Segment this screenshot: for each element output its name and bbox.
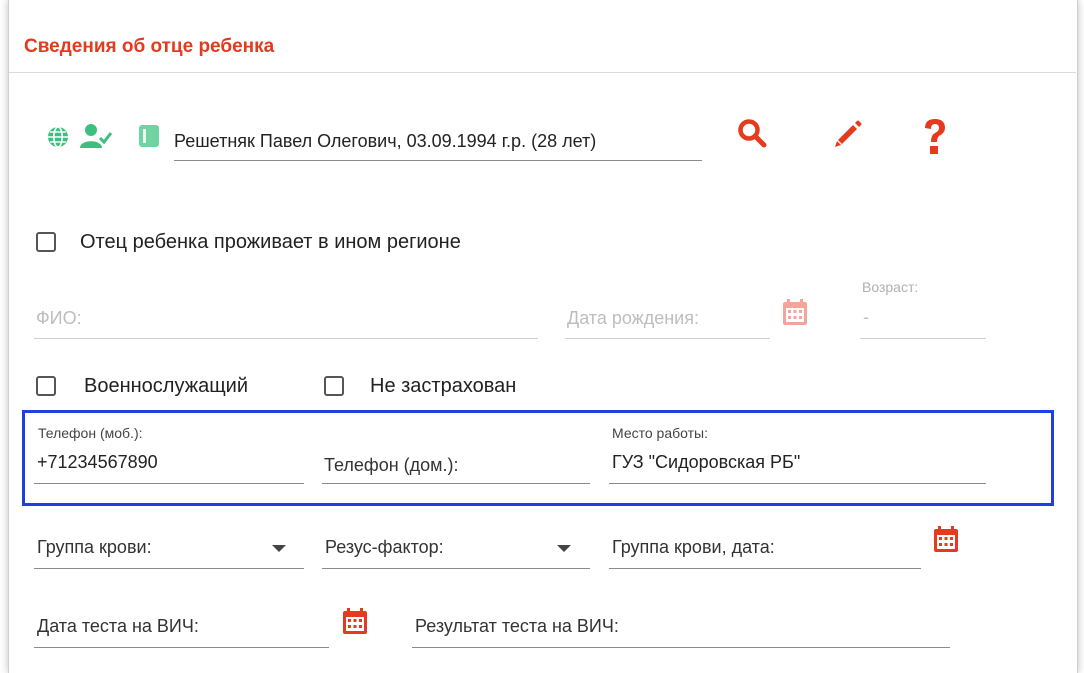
hiv-test-result-placeholder: Результат теста на ВИЧ: <box>415 616 619 636</box>
hiv-test-date-placeholder: Дата теста на ВИЧ: <box>37 616 199 636</box>
user-check-icon[interactable] <box>80 123 112 149</box>
search-icon[interactable] <box>737 118 767 148</box>
pencil-icon[interactable] <box>832 118 864 150</box>
phone-mobile-value: +71234567890 <box>37 452 158 472</box>
workplace-value: ГУЗ "Сидоровская РБ" <box>612 452 801 472</box>
phone-home-placeholder: Телефон (дом.): <box>324 455 459 475</box>
father-select-field[interactable]: Решетняк Павел Олегович, 03.09.1994 г.р.… <box>174 124 702 161</box>
phone-mobile-label: Телефон (моб.): <box>38 425 143 441</box>
other-region-label: Отец ребенка проживает в ином регионе <box>80 231 461 253</box>
calendar-icon[interactable] <box>782 298 808 326</box>
uninsured-checkbox[interactable] <box>324 376 344 396</box>
age-value: - <box>863 307 869 327</box>
fio-placeholder: ФИО: <box>36 308 82 328</box>
chevron-down-icon[interactable] <box>272 545 286 552</box>
other-region-checkbox[interactable] <box>36 232 56 252</box>
rhesus-placeholder: Резус-фактор: <box>325 537 444 557</box>
blood-group-date-placeholder: Группа крови, дата: <box>612 537 775 557</box>
chevron-down-icon[interactable] <box>557 545 571 552</box>
fio-field[interactable] <box>34 302 538 339</box>
workplace-label: Место работы: <box>612 425 708 441</box>
calendar-icon[interactable] <box>342 607 368 635</box>
globe-icon[interactable] <box>46 125 70 149</box>
age-label: Возраст: <box>862 279 919 295</box>
card-icon[interactable] <box>138 124 160 148</box>
birth-date-placeholder: Дата рождения: <box>567 308 699 328</box>
calendar-icon[interactable] <box>933 525 959 553</box>
military-checkbox[interactable] <box>36 376 56 396</box>
uninsured-label: Не застрахован <box>370 375 517 397</box>
age-field <box>860 302 986 339</box>
section-title: Сведения об отце ребенка <box>24 36 275 57</box>
blood-group-placeholder: Группа крови: <box>37 537 152 557</box>
question-icon[interactable] <box>922 118 948 158</box>
military-label: Военнослужащий <box>84 375 248 397</box>
divider <box>9 72 1076 73</box>
